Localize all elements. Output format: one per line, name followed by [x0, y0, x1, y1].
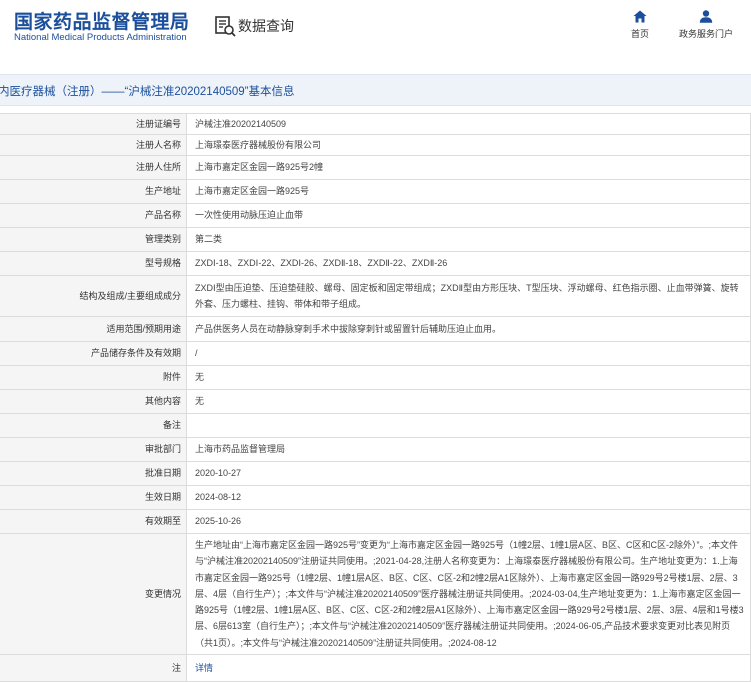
- page-title: 内医疗器械（注册）——“沪械注准20202140509”基本信息: [0, 86, 295, 98]
- nav-home-label: 首页: [630, 29, 649, 39]
- row-value: 详情: [186, 654, 751, 682]
- row-value: 2024-08-12: [186, 485, 751, 510]
- row-value: 2020-10-27: [186, 461, 751, 486]
- row-label: 产品名称: [0, 203, 187, 228]
- site-header: 国家药品监督管理局 National Medical Products Admi…: [0, 0, 751, 62]
- table-row: 备注: [0, 413, 751, 438]
- row-label: 审批部门: [0, 437, 187, 462]
- row-value: 一次性使用动脉压迫止血带: [186, 203, 751, 228]
- table-row: 注详情: [0, 654, 751, 682]
- nav-service-label: 政务服务门户: [678, 29, 733, 39]
- row-label: 注册人住所: [0, 155, 187, 180]
- row-value: 2025-10-26: [186, 509, 751, 534]
- row-value: [186, 413, 751, 438]
- row-value: ZXDⅠ-18、ZXDⅠ-22、ZXDⅠ-26、ZXDⅡ-18、ZXDⅡ-22、…: [186, 251, 751, 276]
- table-row: 审批部门 上海市药品监督管理局: [0, 437, 751, 462]
- table-row: 生效日期 2024-08-12: [0, 485, 751, 510]
- row-value: 生产地址由“上海市嘉定区金园一路925号”变更为“上海市嘉定区金园一路925号（…: [186, 533, 751, 655]
- table-row: 注册人名称 上海璟泰医疗器械股份有限公司: [0, 134, 751, 156]
- row-label: 生产地址: [0, 179, 187, 204]
- logo-chinese[interactable]: 国家药品监督管理局: [14, 7, 190, 34]
- table-row: 注册证编号 沪械注准20202140509: [0, 113, 751, 135]
- data-query-icon: [215, 16, 236, 37]
- row-value: 无: [186, 365, 751, 390]
- row-label: 有效期至: [0, 509, 187, 534]
- row-value: 产品供医务人员在动静脉穿刺手术中拔除穿刺针或留置针后辅助压迫止血用。: [186, 316, 751, 342]
- table-row: 附件无: [0, 365, 751, 390]
- row-label: 产品储存条件及有效期: [0, 341, 187, 366]
- row-label: 型号规格: [0, 251, 187, 276]
- table-row: 其他内容无: [0, 389, 751, 414]
- table-row: 生产地址 上海市嘉定区金园一路925号: [0, 179, 751, 204]
- table-row: 有效期至 2025-10-26: [0, 509, 751, 534]
- row-label: 适用范围/预期用途: [0, 316, 187, 342]
- row-label: 生效日期: [0, 485, 187, 510]
- table-row: 管理类别 第二类: [0, 227, 751, 252]
- row-label: 其他内容: [0, 389, 187, 414]
- row-value: 沪械注准20202140509: [186, 113, 751, 135]
- table-row: 产品名称 一次性使用动脉压迫止血带: [0, 203, 751, 228]
- table-row: 批准日期 2020-10-27: [0, 461, 751, 486]
- row-label: 批准日期: [0, 461, 187, 486]
- table-row: 型号规格 ZXDⅠ-18、ZXDⅠ-22、ZXDⅠ-26、ZXDⅡ-18、ZXDⅡ…: [0, 251, 751, 276]
- row-label: 备注: [0, 413, 187, 438]
- row-label: 变更情况: [0, 533, 187, 655]
- detail-link[interactable]: 详情: [195, 663, 213, 673]
- row-value: 上海璟泰医疗器械股份有限公司: [186, 134, 751, 156]
- table-row: 结构及组成/主要组成成分 ZXDⅠ型由压迫垫、压迫垫硅胶、螺母、固定板和固定带组成…: [0, 275, 751, 317]
- row-value: 上海市嘉定区金园一路925号2幢: [186, 155, 751, 180]
- table-row: 产品储存条件及有效期 /: [0, 341, 751, 366]
- row-label: 注册人名称: [0, 134, 187, 156]
- row-value: ZXDⅠ型由压迫垫、压迫垫硅胶、螺母、固定板和固定带组成；ZXDⅡ型由方形压块、…: [186, 275, 751, 317]
- row-value: 第二类: [186, 227, 751, 252]
- row-value: /: [186, 341, 751, 366]
- row-label: 结构及组成/主要组成成分: [0, 275, 187, 317]
- page-title-bar: 内医疗器械（注册）——“沪械注准20202140509”基本信息: [0, 74, 751, 106]
- table-row: 适用范围/预期用途 产品供医务人员在动静脉穿刺手术中拔除穿刺针或留置针后辅助压迫止…: [0, 316, 751, 342]
- nav-home[interactable]: 首页: [627, 10, 653, 40]
- row-label: 管理类别: [0, 227, 187, 252]
- row-value: 上海市药品监督管理局: [186, 437, 751, 462]
- home-icon: [633, 10, 647, 23]
- nav-service-portal[interactable]: 政务服务门户: [676, 10, 736, 40]
- row-label: 附件: [0, 365, 187, 390]
- row-value: 上海市嘉定区金园一路925号: [186, 179, 751, 204]
- logo-english[interactable]: National Medical Products Administration: [14, 32, 187, 43]
- registration-info-table: 注册证编号 沪械注准20202140509 注册人名称 上海璟泰医疗器械股份有限公司注…: [0, 113, 751, 682]
- data-query-title: 数据查询: [238, 18, 294, 34]
- table-row: 变更情况 生产地址由“上海市嘉定区金园一路925号”变更为“上海市嘉定区金园一路9…: [0, 533, 751, 655]
- table-row: 注册人住所 上海市嘉定区金园一路925号2幢: [0, 155, 751, 180]
- user-icon: [699, 10, 713, 23]
- row-label: 注册证编号: [0, 113, 187, 135]
- row-value: 无: [186, 389, 751, 414]
- row-label: 注: [0, 654, 187, 682]
